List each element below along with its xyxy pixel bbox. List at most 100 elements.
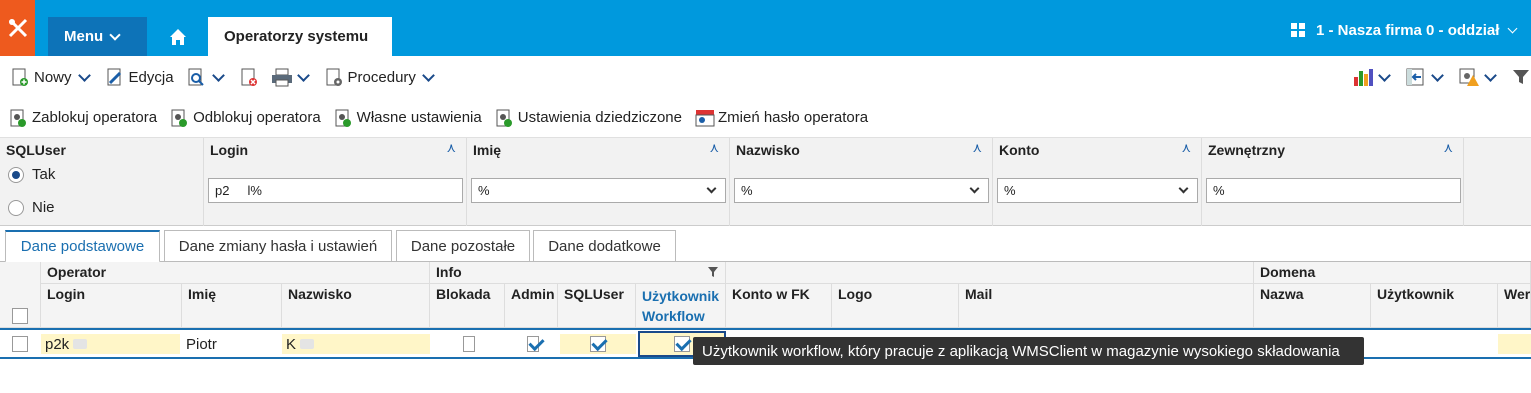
edit-icon	[105, 67, 125, 87]
filter-zewnetrzny: Zewnętrzny ⋏ %	[1202, 138, 1464, 226]
filter-nazwisko: Nazwisko ⋏ %	[730, 138, 993, 226]
col-domena-uzytkownik[interactable]: Użytkownik	[1371, 284, 1498, 328]
imie-filter-select[interactable]: %	[471, 178, 726, 203]
tools-icon	[8, 18, 27, 38]
new-button[interactable]: Nowy	[4, 62, 99, 92]
col-imie[interactable]: Imię	[182, 284, 282, 328]
col-blokada[interactable]: Blokada	[430, 284, 505, 328]
tab-label: Dane podstawowe	[20, 238, 145, 255]
lock-user-icon	[8, 108, 28, 128]
procedures-button[interactable]: Procedury	[318, 62, 443, 92]
col-login[interactable]: Login	[41, 284, 182, 328]
filter-button[interactable]	[1505, 62, 1531, 92]
company-selector[interactable]: 1 - Nasza firma 0 - oddział	[1290, 18, 1518, 42]
zewnetrzny-filter-input[interactable]: %	[1206, 178, 1461, 203]
row-checkbox[interactable]	[12, 336, 28, 352]
chevron-down-icon[interactable]	[1484, 68, 1497, 82]
unlock-operator-button[interactable]: Odblokuj operatora	[163, 103, 327, 133]
select-all-checkbox[interactable]	[12, 308, 28, 324]
tab-dane-pozostale[interactable]: Dane pozostałe	[396, 230, 530, 262]
preview-button[interactable]	[180, 62, 233, 92]
radio-nie-label: Nie	[32, 199, 55, 216]
column-options-icon[interactable]: ⋏	[1443, 140, 1453, 156]
column-options-icon[interactable]: ⋏	[1181, 140, 1191, 156]
workflow-checkbox[interactable]	[674, 336, 690, 352]
unlock-user-icon	[169, 108, 189, 128]
menu-button[interactable]: Menu	[48, 17, 147, 56]
col-mail[interactable]: Mail	[959, 284, 1254, 328]
cell-nazwisko[interactable]: K	[282, 334, 430, 354]
column-options-icon[interactable]: ⋏	[446, 140, 456, 156]
column-options-icon[interactable]: ⋏	[709, 140, 719, 156]
filter-icon[interactable]	[707, 265, 719, 281]
delete-icon	[239, 67, 259, 87]
login-filter-input[interactable]: p2 l%	[208, 178, 463, 203]
cell-blokada[interactable]	[459, 334, 479, 354]
sqluser-checkbox[interactable]	[590, 336, 606, 352]
change-password-button[interactable]: Zmień hasło operatora	[688, 103, 874, 133]
import-button[interactable]	[1399, 62, 1452, 92]
tab-label: Dane dodatkowe	[548, 237, 661, 255]
chevron-down-icon[interactable]	[422, 68, 435, 82]
radio-tak-label: Tak	[32, 166, 56, 183]
col-admin[interactable]: Admin	[505, 284, 558, 328]
radio-nie[interactable]: Nie	[8, 199, 55, 216]
col-nazwisko[interactable]: Nazwisko	[282, 284, 430, 328]
chevron-down-icon[interactable]	[77, 68, 91, 82]
filter-sqluser: SQLUser Tak Nie	[0, 138, 204, 226]
col-sqluser[interactable]: SQLUser	[558, 284, 636, 328]
inherited-settings-button[interactable]: Ustawienia dziedziczone	[488, 103, 688, 133]
group-operator: Operator	[41, 262, 430, 284]
company-label: 1 - Nasza firma 0 - oddział	[1316, 21, 1500, 39]
konto-filter-select[interactable]: %	[997, 178, 1198, 203]
column-options-icon[interactable]: ⋏	[972, 140, 982, 156]
grid-icon	[1291, 23, 1305, 37]
col-wer[interactable]: Wer	[1498, 284, 1531, 328]
cell-wer[interactable]	[1498, 334, 1531, 354]
cell-sqluser[interactable]	[560, 334, 636, 354]
tab-operatorzy[interactable]: Operatorzy systemu	[208, 17, 392, 56]
col-domena-nazwa[interactable]: Nazwa	[1254, 284, 1371, 328]
radio-tak[interactable]: Tak	[8, 166, 55, 183]
chevron-down-icon[interactable]	[296, 68, 310, 82]
top-bar: Menu Operatorzy systemu 1 - Nasza firma …	[0, 0, 1531, 56]
imie-filter-value: %	[478, 183, 490, 198]
lock-operator-button[interactable]: Zablokuj operatora	[2, 103, 163, 133]
delete-button[interactable]	[233, 62, 265, 92]
col-logo[interactable]: Logo	[832, 284, 959, 328]
sqluser-filter-label: SQLUser	[6, 142, 66, 158]
own-settings-button[interactable]: Własne ustawienia	[327, 103, 488, 133]
edit-button[interactable]: Edycja	[99, 62, 180, 92]
app-logo[interactable]	[0, 0, 35, 56]
chevron-down-icon[interactable]	[211, 68, 225, 82]
nazwisko-filter-select[interactable]: %	[734, 178, 989, 203]
login-filter-label: Login	[210, 142, 249, 158]
tab-dane-dodatkowe[interactable]: Dane dodatkowe	[533, 230, 676, 262]
chevron-down-icon	[706, 183, 717, 194]
print-button[interactable]	[265, 62, 318, 92]
chevron-down-icon[interactable]	[1431, 68, 1444, 82]
nazwisko-filter-value: %	[741, 183, 753, 198]
blokada-checkbox[interactable]	[463, 336, 475, 352]
col-uzytkownik-workflow[interactable]: Użytkownik Workflow	[636, 284, 726, 328]
nazwisko-filter-label: Nazwisko	[736, 142, 800, 158]
filter-login: Login ⋏ p2 l%	[204, 138, 467, 226]
cell-admin[interactable]	[523, 334, 543, 354]
chart-button[interactable]	[1346, 62, 1399, 92]
settings-warning-button[interactable]	[1452, 62, 1505, 92]
subtabs-bar: Dane podstawowe Dane zmiany hasła i usta…	[0, 226, 1531, 263]
group-empty	[726, 262, 1254, 284]
chevron-down-icon[interactable]	[1378, 68, 1391, 82]
filter-icon	[1511, 67, 1531, 87]
chevron-down-icon	[1178, 183, 1189, 194]
tab-dane-podstawowe[interactable]: Dane podstawowe	[5, 230, 160, 263]
admin-checkbox[interactable]	[527, 336, 539, 352]
tooltip-text: Użytkownik workflow, który pracuje z apl…	[702, 342, 1340, 360]
cell-login[interactable]: p2k	[41, 334, 180, 354]
zewnetrzny-filter-value: %	[1213, 183, 1225, 198]
tab-dane-zmiany-hasla[interactable]: Dane zmiany hasła i ustawień	[164, 230, 392, 262]
home-icon[interactable]	[164, 24, 192, 50]
col-konto-fk[interactable]: Konto w FK	[726, 284, 832, 328]
main-toolbar: Nowy Edycja Procedury	[0, 56, 1531, 98]
cell-imie[interactable]: Piotr	[182, 334, 280, 354]
